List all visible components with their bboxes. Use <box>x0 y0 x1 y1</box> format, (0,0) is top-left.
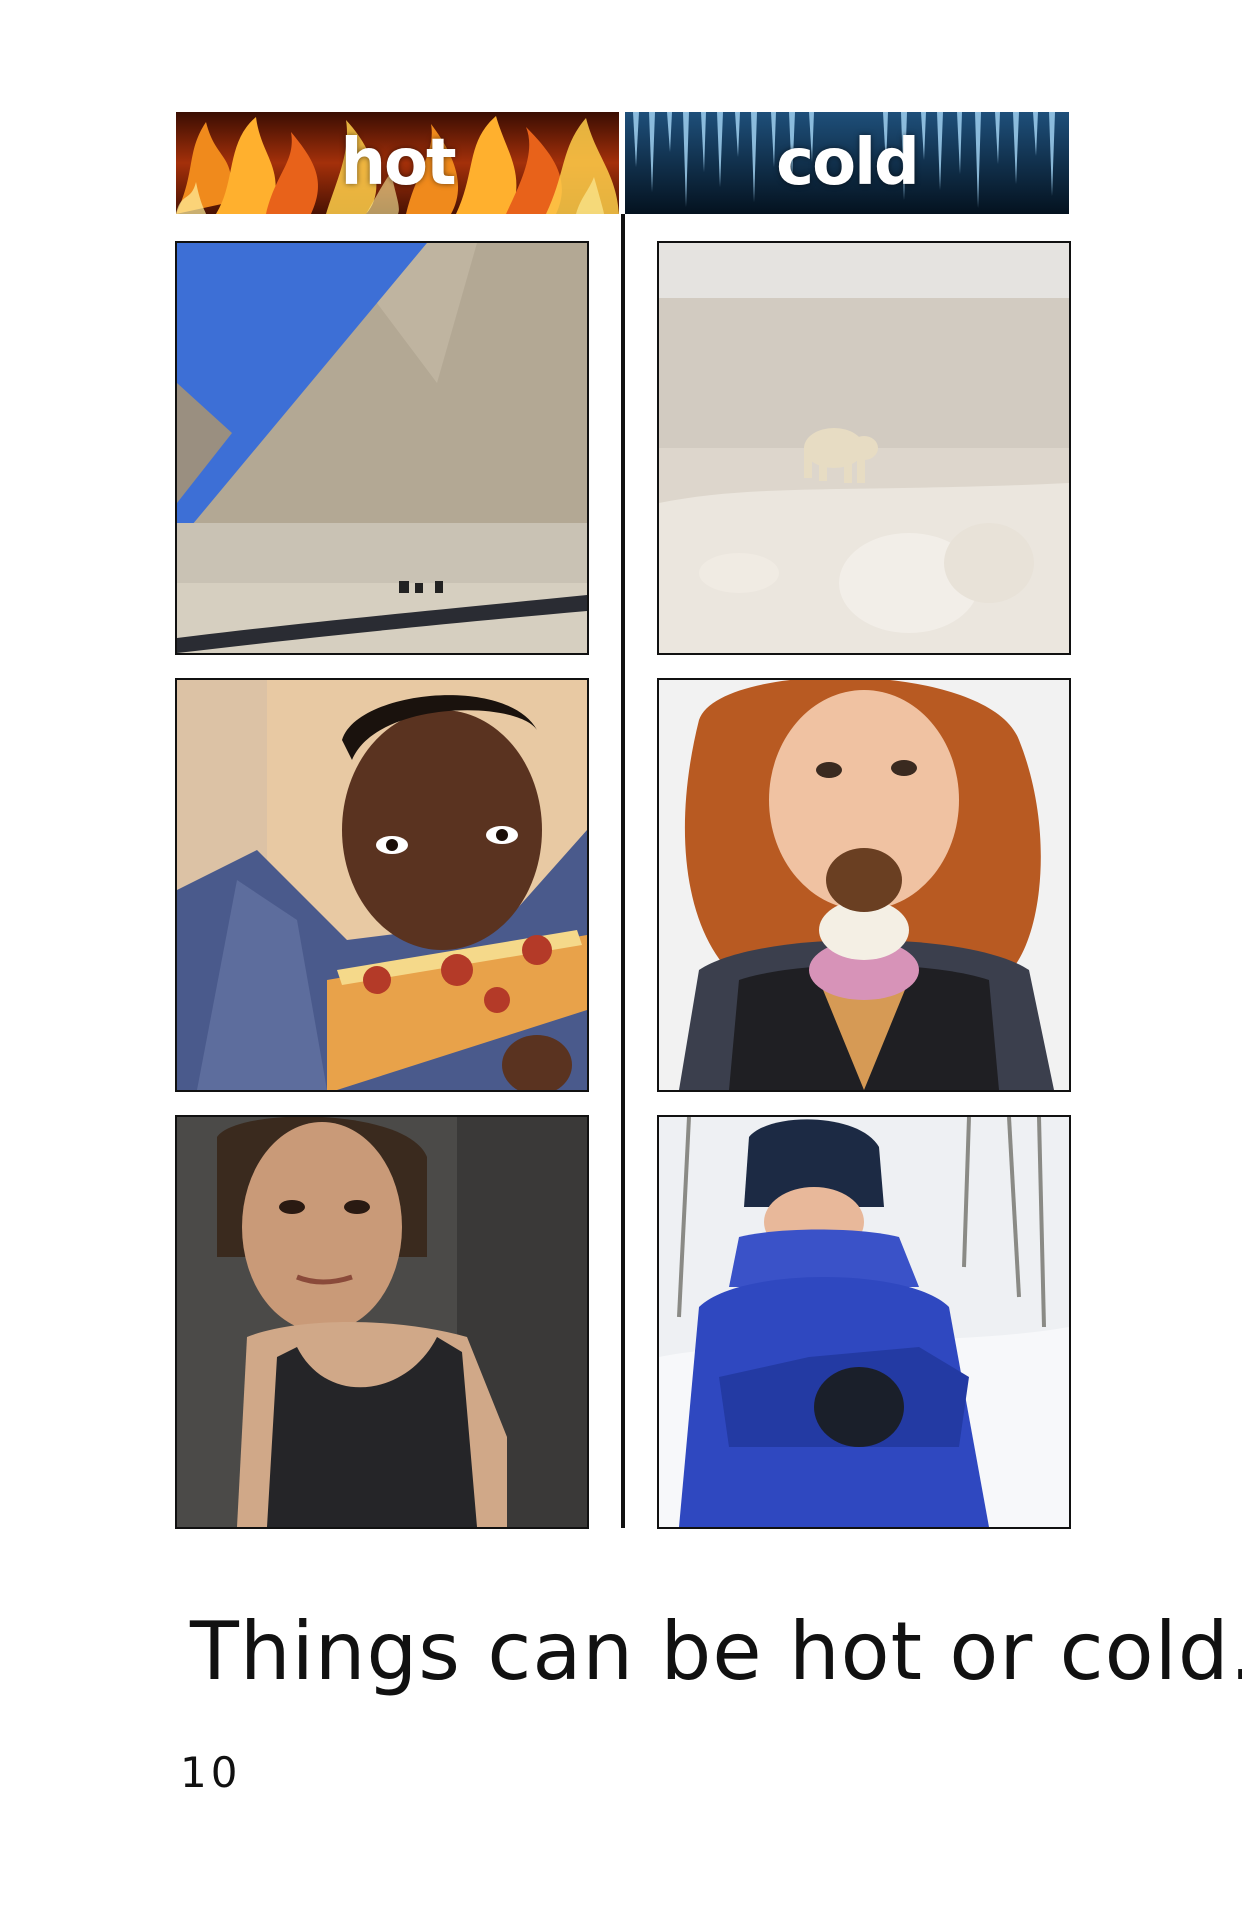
cold-heading: cold <box>776 126 920 200</box>
pyramid-photo <box>175 241 589 655</box>
sweaty-woman-photo <box>175 1115 589 1529</box>
hot-heading: hot <box>340 126 456 200</box>
center-divider <box>621 214 625 1528</box>
boy-pizza-photo <box>175 678 589 1092</box>
page-caption: Things can be hot or cold. <box>190 1605 1242 1698</box>
girl-ice-cream-photo <box>657 678 1071 1092</box>
polar-bear-photo <box>657 241 1071 655</box>
page-number: 10 <box>180 1748 242 1797</box>
hot-banner: hot <box>176 112 619 214</box>
child-snow-photo <box>657 1115 1071 1529</box>
cold-banner: cold <box>625 112 1069 214</box>
